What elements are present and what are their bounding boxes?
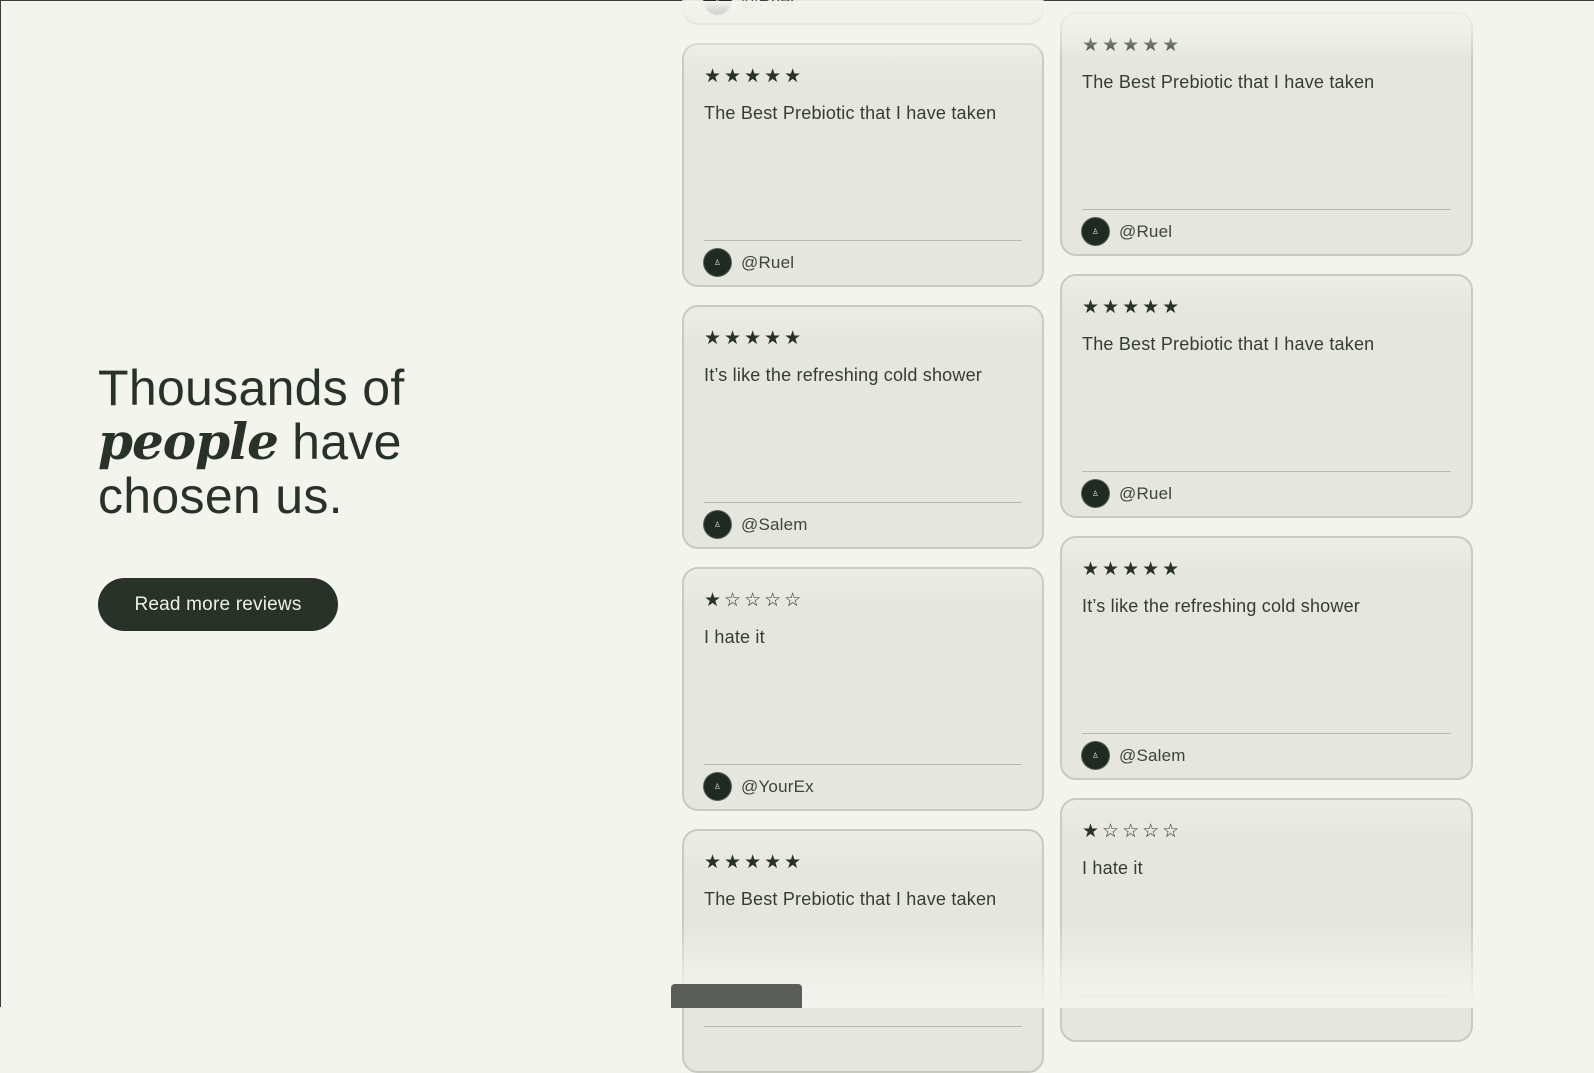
- headline-line-2: have: [277, 414, 402, 470]
- review-text: It’s like the refreshing cold shower: [1082, 596, 1360, 616]
- author-handle: @Ruel: [1119, 221, 1173, 241]
- review-author: ♙ @Salem: [704, 511, 808, 538]
- divider: [1082, 209, 1451, 210]
- divider: [1082, 471, 1451, 472]
- review-card: ★★★★★ The Best Prebiotic that I have take…: [682, 43, 1044, 287]
- author-handle: @Ruel: [741, 0, 795, 10]
- review-card: ★★★★★ The Best Prebiotic that I have take…: [1060, 12, 1473, 256]
- author-handle: @YourEx: [741, 776, 814, 796]
- avatar-icon: ♙: [704, 773, 731, 800]
- divider: [704, 764, 1022, 765]
- author-handle: @Salem: [1119, 745, 1186, 765]
- hero-section: Thousands of people have chosen us. Read…: [98, 361, 618, 631]
- star-rating-icon: ★★★★★: [1082, 558, 1183, 580]
- scrollbar-thumb[interactable]: [671, 984, 802, 1008]
- star-rating-icon: ★★★★★: [1082, 34, 1183, 56]
- review-text: It’s like the refreshing cold shower: [704, 365, 982, 385]
- author-handle: @Salem: [741, 514, 808, 534]
- review-card: ★★★★★ It’s like the refreshing cold showe…: [1060, 536, 1473, 780]
- headline-emphasis: people: [98, 412, 279, 471]
- review-author: ♙ @Ruel: [1082, 218, 1172, 245]
- headline-line-1: Thousands of: [98, 360, 405, 416]
- review-text: The Best Prebiotic that I have taken: [704, 103, 997, 123]
- review-card: ★★★★★The Best Prebiotic that I have take…: [682, 0, 1044, 25]
- divider: [1082, 733, 1451, 734]
- avatar-icon: ♙: [704, 0, 731, 14]
- review-author: ♙ @YourEx: [704, 773, 814, 800]
- divider: [704, 240, 1022, 241]
- star-rating-icon: ★★★★★: [704, 327, 805, 349]
- read-more-reviews-button[interactable]: Read more reviews: [98, 578, 338, 631]
- avatar-icon: ♙: [1082, 218, 1109, 245]
- review-card: ★☆☆☆☆ I hate it ♙ @YourEx: [682, 567, 1044, 811]
- avatar-icon: ♙: [704, 511, 731, 538]
- review-text: The Best Prebiotic that I have taken: [1082, 72, 1375, 92]
- review-author: ♙ @Ruel: [704, 0, 794, 14]
- star-rating-icon: ★★★★★: [704, 851, 805, 873]
- review-card: ★★★★★ The Best Prebiotic that I have take…: [682, 829, 1044, 1073]
- star-rating-icon: ★☆☆☆☆: [1082, 820, 1183, 842]
- star-rating-icon: ★☆☆☆☆: [704, 589, 805, 611]
- review-author: ♙ @Salem: [1082, 742, 1186, 769]
- divider: [704, 1026, 1022, 1027]
- review-text: I hate it: [1082, 858, 1143, 878]
- headline-line-3: chosen us.: [98, 468, 343, 524]
- hero-headline: Thousands of people have chosen us.: [98, 361, 618, 523]
- divider: [1082, 995, 1451, 996]
- review-text: The Best Prebiotic that I have taken: [704, 889, 997, 909]
- avatar-icon: ♙: [1082, 742, 1109, 769]
- review-text: I hate it: [704, 627, 765, 647]
- star-rating-icon: ★★★★★: [704, 65, 805, 87]
- review-card: ★★★★★ The Best Prebiotic that I have take…: [1060, 274, 1473, 518]
- review-author: ♙ @Ruel: [704, 249, 794, 276]
- divider: [704, 502, 1022, 503]
- review-card: ★☆☆☆☆ I hate it: [1060, 798, 1473, 1042]
- avatar-icon: ♙: [1082, 480, 1109, 507]
- review-author: ♙ @Ruel: [1082, 480, 1172, 507]
- avatar-icon: ♙: [704, 249, 731, 276]
- review-text: The Best Prebiotic that I have taken: [1082, 334, 1375, 354]
- review-card: ★★★★★ It’s like the refreshing cold showe…: [682, 305, 1044, 549]
- star-rating-icon: ★★★★★: [1082, 296, 1183, 318]
- author-handle: @Ruel: [741, 252, 795, 272]
- author-handle: @Ruel: [1119, 483, 1173, 503]
